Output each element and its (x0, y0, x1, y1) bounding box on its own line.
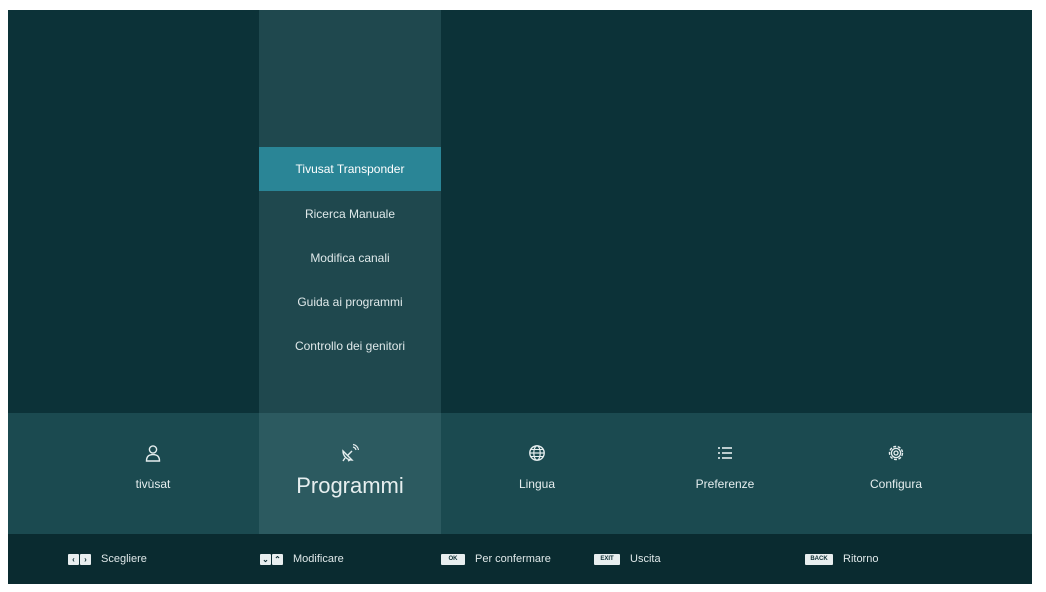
submenu-item-label: Controllo dei genitori (294, 339, 406, 353)
up-arrow-key-icon: ⌃ (272, 553, 283, 565)
user-icon (145, 445, 161, 462)
tv-settings-screen: Tivusat Transponder Ricerca Manuale Modi… (8, 10, 1032, 584)
submenu-item-controllo-genitori[interactable]: Controllo dei genitori (259, 324, 441, 368)
submenu-item-label: Modifica canali (310, 251, 390, 265)
category-label: tivùsat (135, 477, 171, 491)
right-arrow-key-icon: › (80, 553, 91, 565)
submenu-item-guida-ai-programmi[interactable]: Guida ai programmi (259, 280, 441, 324)
hint-ok: OK Per confermare (441, 534, 551, 584)
category-preferenze[interactable]: Preferenze (634, 413, 816, 534)
category-label: Programmi (296, 473, 404, 498)
gear-icon (888, 445, 904, 461)
category-label: Lingua (518, 477, 556, 491)
hint-label: Uscita (630, 553, 661, 565)
submenu-item-tivusat-transponder[interactable]: Tivusat Transponder (259, 147, 441, 191)
submenu-item-label: Guida ai programmi (297, 295, 403, 309)
submenu-panel: Tivusat Transponder Ricerca Manuale Modi… (259, 10, 441, 413)
hint-label: Ritorno (843, 553, 879, 565)
category-label: Configura (869, 477, 923, 491)
down-arrow-key-icon: ⌄ (260, 553, 271, 565)
hint-scegliere: ‹ › Scegliere (68, 534, 147, 584)
exit-key-icon: EXIT (594, 553, 620, 565)
back-key-icon: BACK (805, 553, 833, 565)
category-lingua[interactable]: Lingua (446, 413, 628, 534)
category-label: Preferenze (695, 477, 755, 491)
hint-exit: EXIT Uscita (594, 534, 661, 584)
category-programmi[interactable]: Programmi (259, 413, 441, 534)
submenu-item-label: Tivusat Transponder (295, 162, 405, 176)
hint-label: Per confermare (475, 553, 551, 565)
satellite-dish-icon (342, 443, 360, 462)
list-icon (718, 447, 732, 459)
category-bar: tivùsat Programmi Lingua Preferenze Conf… (8, 413, 1032, 534)
hint-label: Scegliere (101, 553, 147, 565)
left-arrow-key-icon: ‹ (68, 553, 79, 565)
hint-label: Modificare (293, 553, 344, 565)
globe-icon (529, 445, 545, 461)
submenu-item-modifica-canali[interactable]: Modifica canali (259, 236, 441, 280)
category-tivusat[interactable]: tivùsat (62, 413, 244, 534)
ok-key-icon: OK (441, 553, 465, 565)
hint-bar: ‹ › Scegliere ⌄ ⌃ Modificare OK Per conf… (8, 534, 1032, 584)
hint-modificare: ⌄ ⌃ Modificare (260, 534, 344, 584)
submenu-item-ricerca-manuale[interactable]: Ricerca Manuale (259, 192, 441, 236)
submenu-item-label: Ricerca Manuale (304, 207, 396, 221)
category-configura[interactable]: Configura (805, 413, 987, 534)
hint-back: BACK Ritorno (805, 534, 878, 584)
